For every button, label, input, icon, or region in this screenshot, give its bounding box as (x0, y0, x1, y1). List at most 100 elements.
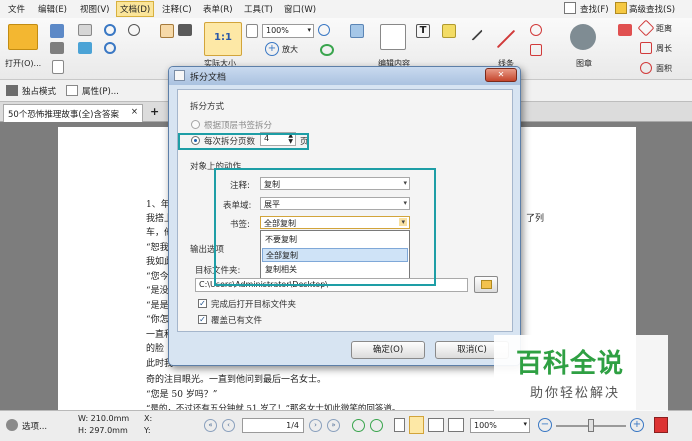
line-icon[interactable] (496, 29, 516, 49)
facing-page-icon[interactable] (428, 418, 444, 432)
doc-line: “是没 (146, 286, 169, 296)
status-zoom-value: 100% (474, 421, 497, 430)
ellipse-icon[interactable] (530, 24, 542, 36)
ok-button[interactable]: 确定(O) (351, 341, 425, 359)
text-box-icon[interactable] (442, 24, 456, 38)
stamp-label[interactable]: 图章 (576, 58, 592, 69)
options-gear-icon (6, 419, 18, 431)
distance-icon[interactable] (637, 19, 655, 37)
zoom-out-icon[interactable]: − (538, 418, 552, 432)
highlight-object-actions (214, 168, 436, 286)
continuous-facing-icon[interactable] (448, 418, 464, 432)
history-forward-icon[interactable] (370, 419, 383, 432)
watermark-subtitle: 助你轻松解决 (530, 386, 621, 401)
standalone-mode-button[interactable]: 独占模式 (22, 85, 56, 97)
perimeter-icon[interactable] (640, 42, 652, 54)
pen-icon[interactable] (463, 21, 483, 41)
last-page-icon[interactable]: » (327, 419, 340, 432)
next-page-icon[interactable]: › (309, 419, 322, 432)
first-page-icon[interactable]: « (204, 419, 217, 432)
doc-line: 的脸 (146, 344, 165, 354)
rotate-icon[interactable] (320, 44, 334, 56)
fit-page-icon[interactable] (246, 24, 258, 38)
watermark-title: 百科全说 (516, 349, 625, 379)
zoom-in-icon[interactable]: + (265, 42, 279, 56)
stamp-icon[interactable] (570, 24, 596, 50)
eraser-icon[interactable] (618, 24, 632, 36)
area-label[interactable]: 面积 (656, 63, 672, 74)
arrange-icon[interactable] (350, 24, 364, 38)
split-method-heading: 拆分方式 (190, 102, 225, 112)
zoom-in-button[interactable]: 放大 (282, 44, 298, 55)
perimeter-label[interactable]: 周长 (656, 43, 672, 54)
advanced-find-button[interactable]: 高级查找(S) (629, 3, 675, 15)
menu-comment[interactable]: 注释(C) (162, 3, 192, 15)
tab-document[interactable]: 50个恐怖推理故事(全)含答案 × (3, 104, 143, 122)
print-icon[interactable] (50, 42, 64, 54)
menu-tools[interactable]: 工具(T) (244, 3, 273, 15)
chevron-down-icon: ▾ (523, 420, 527, 428)
area-icon[interactable] (640, 62, 652, 74)
properties-button[interactable]: 属性(P)... (82, 85, 119, 97)
doc-line: “是是 (146, 301, 169, 311)
email-icon[interactable] (78, 24, 92, 36)
zoom-in-status-icon[interactable]: + (630, 418, 644, 432)
properties-icon (66, 85, 78, 96)
page-number-input[interactable]: 1/4 (242, 418, 304, 433)
back-icon[interactable] (128, 24, 140, 36)
save-icon[interactable] (50, 24, 64, 38)
menu-document[interactable]: 文档(D) (116, 1, 155, 17)
cursor-x: X: (144, 414, 153, 423)
zoom-in-small-icon[interactable] (318, 24, 330, 36)
status-zoom-select[interactable]: 100% ▾ (470, 418, 530, 433)
menu-file[interactable]: 文件 (8, 3, 25, 15)
options-button[interactable]: 选项... (22, 420, 47, 432)
zoom-slider-thumb[interactable] (588, 419, 594, 432)
overwrite-checkbox[interactable]: ✓ (198, 315, 207, 324)
redo-icon[interactable] (104, 42, 116, 54)
single-page-icon[interactable] (394, 418, 405, 432)
radio-split-bookmarks[interactable] (191, 120, 200, 129)
history-back-icon[interactable] (352, 419, 365, 432)
open-folder-label[interactable]: 完成后打开目标文件夹 (211, 298, 296, 310)
doc-line: “恕我 (146, 243, 169, 253)
menu-form[interactable]: 表单(R) (203, 3, 233, 15)
hand-tool-icon[interactable] (160, 24, 174, 38)
doc-line: “您是 50 岁吗？” (146, 390, 218, 400)
prev-page-icon[interactable]: ‹ (222, 419, 235, 432)
camera-icon[interactable] (178, 24, 192, 36)
edit-content-icon[interactable] (380, 24, 406, 50)
distance-label[interactable]: 距离 (656, 23, 672, 34)
zoom-select[interactable]: 100% ▾ (262, 24, 314, 38)
tab-close-icon[interactable]: × (131, 107, 138, 117)
menu-bar: 文件 编辑(E) 视图(V) 文档(D) 注释(C) 表单(R) 工具(T) 窗… (0, 0, 692, 18)
doc-line: “你怎 (146, 315, 169, 325)
menu-window[interactable]: 窗口(W) (284, 3, 316, 15)
page-width: W: 210.0mm (78, 414, 130, 423)
rectangle-icon[interactable] (530, 44, 542, 56)
doc-line: “您今 (146, 272, 169, 282)
tab-add-icon[interactable]: + (150, 105, 159, 118)
menu-edit[interactable]: 编辑(E) (38, 3, 67, 15)
status-bar: 选项... W: 210.0mm H: 297.0mm X: Y: « ‹ 1/… (0, 410, 692, 441)
dialog-close-button[interactable]: ✕ (485, 68, 517, 82)
open-button-label[interactable]: 打开(O)... (5, 58, 41, 69)
actual-size-button[interactable]: 1:1 (204, 22, 242, 56)
find-button[interactable]: 查找(F) (580, 3, 609, 15)
watermark-logo: 百科全说 助你轻松解决 (494, 335, 668, 411)
browse-folder-button[interactable] (474, 276, 498, 293)
pdf-icon[interactable] (654, 417, 668, 433)
undo-icon[interactable] (104, 24, 116, 36)
cloud-icon[interactable] (78, 42, 92, 54)
continuous-page-icon[interactable] (409, 416, 424, 434)
radio-split-bookmarks-label[interactable]: 根据顶层书签拆分 (204, 119, 272, 131)
menu-view[interactable]: 视图(V) (80, 3, 109, 15)
open-folder-checkbox[interactable]: ✓ (198, 299, 207, 308)
folder-open-icon[interactable] (8, 24, 38, 50)
overwrite-label[interactable]: 覆盖已有文件 (211, 314, 262, 326)
new-document-icon[interactable] (52, 60, 64, 74)
typewriter-icon[interactable]: T (416, 24, 430, 38)
dialog-titlebar[interactable]: 拆分文档 ✕ (169, 67, 520, 85)
doc-line: 奇的注目眼光。一直到他问到最后一名女士。 (146, 375, 327, 385)
find-icon (564, 2, 576, 14)
